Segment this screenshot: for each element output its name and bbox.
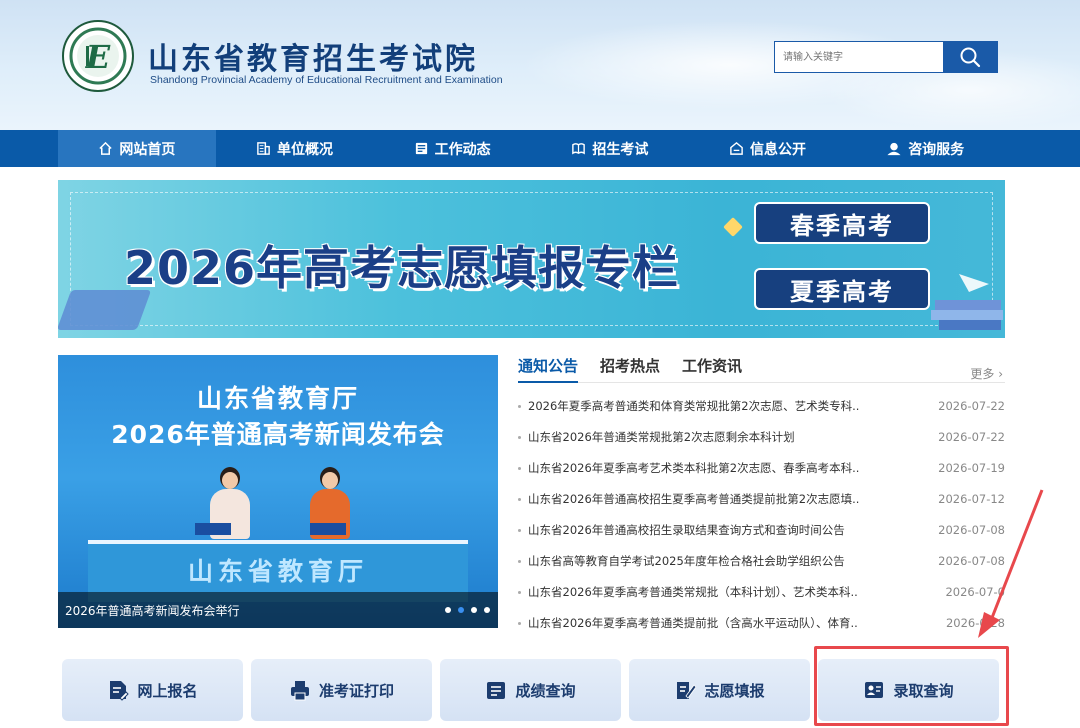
nav-item-label: 咨询服务 [908, 141, 965, 158]
bullet-icon [518, 405, 521, 408]
quick-link-label: 成绩查询 [515, 681, 576, 700]
site-logo-emblem-icon[interactable]: E [62, 20, 134, 92]
nav-item-home[interactable]: 网站首页 [58, 130, 216, 167]
news-carousel[interactable]: 山东省教育厅 2026年普通高考新闻发布会 山东省教育厅 2026年普通高考新闻… [58, 355, 498, 628]
bullet-icon [518, 529, 521, 532]
carousel-headline: 山东省教育厅 [196, 384, 359, 413]
nameplate [310, 523, 346, 535]
list-item[interactable]: 山东省2026年夏季高考艺术类本科批第2次志愿、春季高考本科.. 2026-07-… [518, 453, 1005, 484]
carousel-dot[interactable] [445, 607, 451, 613]
news-icon [415, 142, 427, 155]
nav-item-label: 单位概况 [277, 141, 333, 158]
carousel-dot-active[interactable] [458, 607, 464, 613]
news-date: 2026-07-22 [938, 430, 1005, 444]
nav-item-admissions[interactable]: 招生考试 [531, 130, 689, 167]
quick-link-label: 网上报名 [137, 681, 198, 700]
news-title[interactable]: 山东省高等教育自学考试2025年度年检合格社会助学组织公告 [528, 546, 878, 577]
search-button[interactable] [943, 42, 997, 72]
nav-item-label: 网站首页 [119, 141, 176, 158]
list-item[interactable]: 山东省2026年夏季高考普通类提前批（含高水平运动队）、体育.. 2026-0 2… [518, 608, 1005, 639]
home-icon [99, 141, 112, 155]
list-item[interactable]: 山东省2026年普通类常规批第2次志愿剩余本科计划 2026-07-22 [518, 422, 1005, 453]
books-stack-decoration-icon [931, 274, 1003, 330]
gaokao-volunteer-banner[interactable]: 2026年高考志愿填报专栏 春季高考 夏季高考 [58, 180, 1005, 338]
tab-hot-topics[interactable]: 招考热点 [600, 355, 660, 383]
document-edit-icon [110, 681, 130, 701]
news-panel: 通知公告 招考热点 工作资讯 更多 › 2026年夏季高考普通类和体育类常规批第… [518, 355, 1005, 635]
nav-item-consulting[interactable]: 咨询服务 [846, 130, 1004, 167]
more-link-label: 更多 [970, 367, 995, 381]
bullet-icon [518, 436, 521, 439]
news-tabs: 通知公告 招考热点 工作资讯 [518, 355, 1005, 383]
admission-ticket-print-button[interactable]: 准考证打印 [251, 659, 432, 721]
carousel-caption-text: 2026年普通高考新闻发布会举行 [65, 603, 240, 618]
list-item[interactable]: 山东省高等教育自学考试2025年度年检合格社会助学组织公告 2026-07-08 [518, 546, 1005, 577]
news-list: 2026年夏季高考普通类和体育类常规批第2次志愿、艺术类专科.. 2026-07-… [518, 391, 1005, 639]
nav-item-info-disclosure[interactable]: 信息公开 [689, 130, 847, 167]
quick-link-label: 志愿填报 [704, 681, 765, 700]
news-title[interactable]: 山东省2026年夏季高考普通类常规批（本科计划）、艺术类本科.. [528, 577, 878, 608]
bullet-icon [518, 622, 521, 625]
bullet-icon [518, 591, 521, 594]
site-title[interactable]: 山东省教育招生考试院 [148, 34, 478, 78]
carousel-dot[interactable] [471, 607, 477, 613]
score-list-icon [487, 682, 506, 699]
book-icon [572, 143, 586, 155]
list-item[interactable]: 山东省2026年普通高校招生录取结果查询方式和查询时间公告 2026-07-08 [518, 515, 1005, 546]
news-title[interactable]: 山东省2026年夏季高考艺术类本科批第2次志愿、春季高考本科.. [528, 453, 878, 484]
nameplate [195, 523, 231, 535]
news-title[interactable]: 山东省2026年夏季高考普通类提前批（含高水平运动队）、体育.. [528, 608, 878, 639]
form-pen-icon [677, 682, 697, 699]
news-title[interactable]: 2026年夏季高考普通类和体育类常规批第2次志愿、艺术类专科.. [528, 391, 878, 422]
list-item[interactable]: 山东省2026年夏季高考普通类常规批（本科计划）、艺术类本科.. 2026-07-… [518, 577, 1005, 608]
main-nav: 网站首页 单位概况 工作动态 招生考试 信息公开 咨询服务 [0, 130, 1080, 167]
news-title[interactable]: 山东省2026年普通高校招生录取结果查询方式和查询时间公告 [528, 515, 878, 546]
info-icon [730, 141, 743, 155]
chevron-right-icon: › [998, 367, 1003, 381]
nav-item-label: 信息公开 [750, 141, 807, 158]
header: E 山东省教育招生考试院 Shandong Provincial Academy… [0, 0, 1080, 130]
carousel-caption[interactable]: 2026年普通高考新闻发布会举行 [58, 592, 498, 628]
more-link[interactable]: 更多 › [970, 365, 1003, 382]
nav-item-about[interactable]: 单位概况 [216, 130, 374, 167]
list-item[interactable]: 山东省2026年普通高校招生夏季高考普通类提前批第2次志愿填.. 2026-07-… [518, 484, 1005, 515]
banner-title: 2026年高考志愿填报专栏 [124, 241, 680, 295]
search-bar [774, 41, 998, 73]
annotation-arrow-icon [978, 489, 1044, 638]
quick-link-label: 准考证打印 [318, 681, 394, 700]
news-date: 2026-07-19 [938, 461, 1005, 475]
bullet-icon [518, 560, 521, 563]
user-service-icon [887, 142, 901, 156]
site-subtitle: Shandong Provincial Academy of Education… [150, 74, 503, 86]
carousel-dots [445, 607, 490, 613]
search-icon [960, 47, 981, 68]
bullet-icon [518, 467, 521, 470]
annotation-highlight-box [814, 646, 1009, 726]
tab-notices[interactable]: 通知公告 [518, 355, 579, 383]
summer-gaokao-button[interactable]: 夏季高考 [754, 268, 930, 310]
nav-item-label: 工作动态 [434, 141, 491, 158]
online-registration-button[interactable]: 网上报名 [62, 659, 243, 721]
news-title[interactable]: 山东省2026年普通类常规批第2次志愿剩余本科计划 [528, 422, 878, 453]
news-date: 2026-07-22 [938, 399, 1005, 413]
building-icon [257, 142, 270, 155]
nav-item-label: 招生考试 [592, 141, 649, 158]
printer-icon [290, 681, 309, 701]
nav-item-work-news[interactable]: 工作动态 [373, 130, 531, 167]
bullet-icon [518, 498, 521, 501]
search-input[interactable] [775, 42, 943, 72]
desk-text: 山东省教育厅 [187, 557, 368, 586]
carousel-headline: 2026年普通高考新闻发布会 [111, 420, 445, 449]
score-query-button[interactable]: 成绩查询 [440, 659, 621, 721]
tab-work-news[interactable]: 工作资讯 [682, 355, 742, 383]
carousel-dot[interactable] [484, 607, 490, 613]
page: E 山东省教育招生考试院 Shandong Provincial Academy… [0, 0, 1080, 728]
list-item[interactable]: 2026年夏季高考普通类和体育类常规批第2次志愿、艺术类专科.. 2026-07-… [518, 391, 1005, 422]
volunteer-application-button[interactable]: 志愿填报 [629, 659, 810, 721]
spring-gaokao-button[interactable]: 春季高考 [754, 202, 930, 244]
news-title[interactable]: 山东省2026年普通高校招生夏季高考普通类提前批第2次志愿填.. [528, 484, 878, 515]
